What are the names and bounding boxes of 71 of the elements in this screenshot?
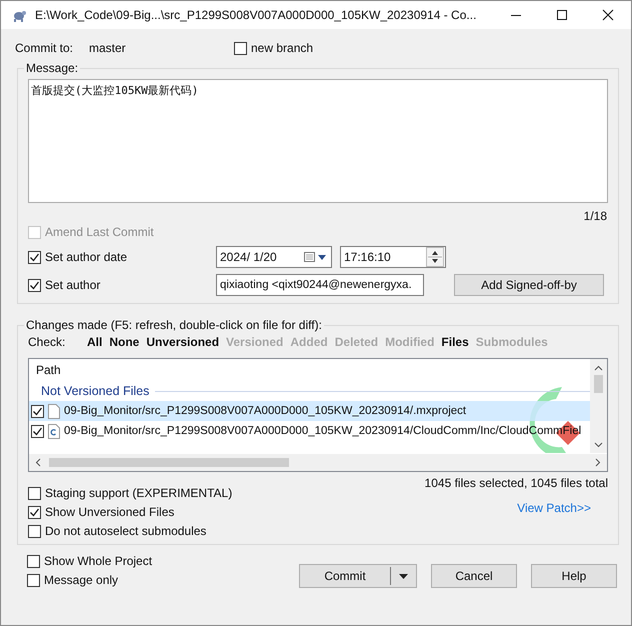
checkbox[interactable] xyxy=(28,506,41,518)
maximize-icon xyxy=(556,9,568,21)
checkmark-icon xyxy=(32,426,43,436)
filter-link[interactable]: All xyxy=(87,335,102,349)
message-field[interactable]: 首版提交(大监控105KW最新代码) xyxy=(28,79,608,203)
checkmark-icon xyxy=(29,506,40,518)
add-signed-off-by-button[interactable]: Add Signed-off-by xyxy=(454,274,604,296)
c-file-icon xyxy=(48,424,60,438)
group-label: Message: xyxy=(25,61,80,75)
horizontal-scrollbar[interactable] xyxy=(29,454,607,471)
spin-buttons[interactable] xyxy=(426,247,444,267)
scroll-up-icon xyxy=(594,365,603,371)
scroll-thumb[interactable] xyxy=(49,458,289,467)
checkbox-label: Staging support (EXPERIMENTAL) xyxy=(45,486,232,500)
date-value: 2024/ 1/20 xyxy=(220,250,277,264)
checkbox-label: Message only xyxy=(44,573,118,587)
filter-link[interactable]: Files xyxy=(441,335,469,349)
filter-link[interactable]: None xyxy=(109,335,140,349)
checkbox[interactable] xyxy=(31,424,44,438)
filter-link: Versioned xyxy=(226,335,284,349)
selection-summary: 1045 files selected, 1045 files total xyxy=(424,476,608,490)
scroll-down-icon xyxy=(594,442,603,448)
checkmark-icon xyxy=(32,406,43,416)
checkbox[interactable] xyxy=(28,524,41,538)
scroll-left-icon xyxy=(35,458,41,467)
checkbox[interactable] xyxy=(31,404,44,418)
checkbox-label: Show Whole Project xyxy=(44,554,152,568)
scroll-thumb[interactable] xyxy=(594,375,603,393)
checkbox[interactable] xyxy=(27,574,40,586)
filter-link: Submodules xyxy=(476,335,548,349)
dialog-button[interactable]: Cancel xyxy=(431,564,517,588)
group-header: Not Versioned Files xyxy=(41,384,150,398)
time-value: 17:16:10 xyxy=(344,250,391,264)
dropdown-arrow-icon xyxy=(399,574,408,578)
branch-name: master xyxy=(89,41,127,55)
group-label: Changes made (F5: refresh, double-click on file for diff): xyxy=(25,318,323,332)
checkmark-icon xyxy=(29,280,40,290)
time-field[interactable]: 17:16:10 xyxy=(340,246,446,268)
filter-link: Deleted xyxy=(334,335,378,349)
checkbox-label: Amend Last Commit xyxy=(45,225,154,239)
check-label: Check: xyxy=(28,335,66,349)
date-field[interactable]: 2024/ 1/20 xyxy=(216,246,332,268)
author-field[interactable]: qixiaoting <qixt90244@newenergyxa. xyxy=(216,274,424,296)
view-patch-link[interactable]: View Patch>> xyxy=(517,501,591,515)
filter-link: Added xyxy=(290,335,328,349)
checkbox[interactable] xyxy=(28,250,41,264)
filter-link: Modified xyxy=(385,335,434,349)
checkbox-label: Set author xyxy=(45,278,100,292)
commit-to-label: Commit to: xyxy=(15,41,74,55)
checkbox[interactable] xyxy=(28,278,41,292)
window-title: E:\Work_Code\09-Big...\src_P1299S008V007A000D000_105KW_20230914 - Co... xyxy=(35,8,476,22)
close-icon xyxy=(602,9,614,21)
file-path: 09-Big_Monitor/src_P1299S008V007A000D000_105KW_20230914/.mxproject xyxy=(64,405,466,417)
checkbox[interactable] xyxy=(27,554,40,568)
checkmark-icon xyxy=(29,252,40,262)
checkbox[interactable] xyxy=(28,486,41,500)
calendar-dropdown-icon xyxy=(304,251,328,263)
checkbox[interactable] xyxy=(234,42,247,54)
vertical-scrollbar[interactable] xyxy=(590,359,607,453)
file-row[interactable]: 09-Big_Monitor/src_P1299S008V007A000D000_105KW_20230914/.mxproject xyxy=(29,401,590,421)
checkbox-label: Show Unversioned Files xyxy=(45,505,174,519)
column-header[interactable]: Path xyxy=(29,359,590,381)
file-icon xyxy=(48,404,60,418)
dialog-button[interactable]: Help xyxy=(531,564,617,588)
character-counter: 1/18 xyxy=(582,209,608,223)
scroll-right-icon xyxy=(595,458,601,467)
commit-button[interactable]: Commit xyxy=(299,564,417,588)
checkbox-label: new branch xyxy=(251,41,314,55)
checkbox-label: Do not autoselect submodules xyxy=(45,524,206,538)
filter-link[interactable]: Unversioned xyxy=(146,335,220,349)
checkbox-label: Set author date xyxy=(45,250,128,264)
